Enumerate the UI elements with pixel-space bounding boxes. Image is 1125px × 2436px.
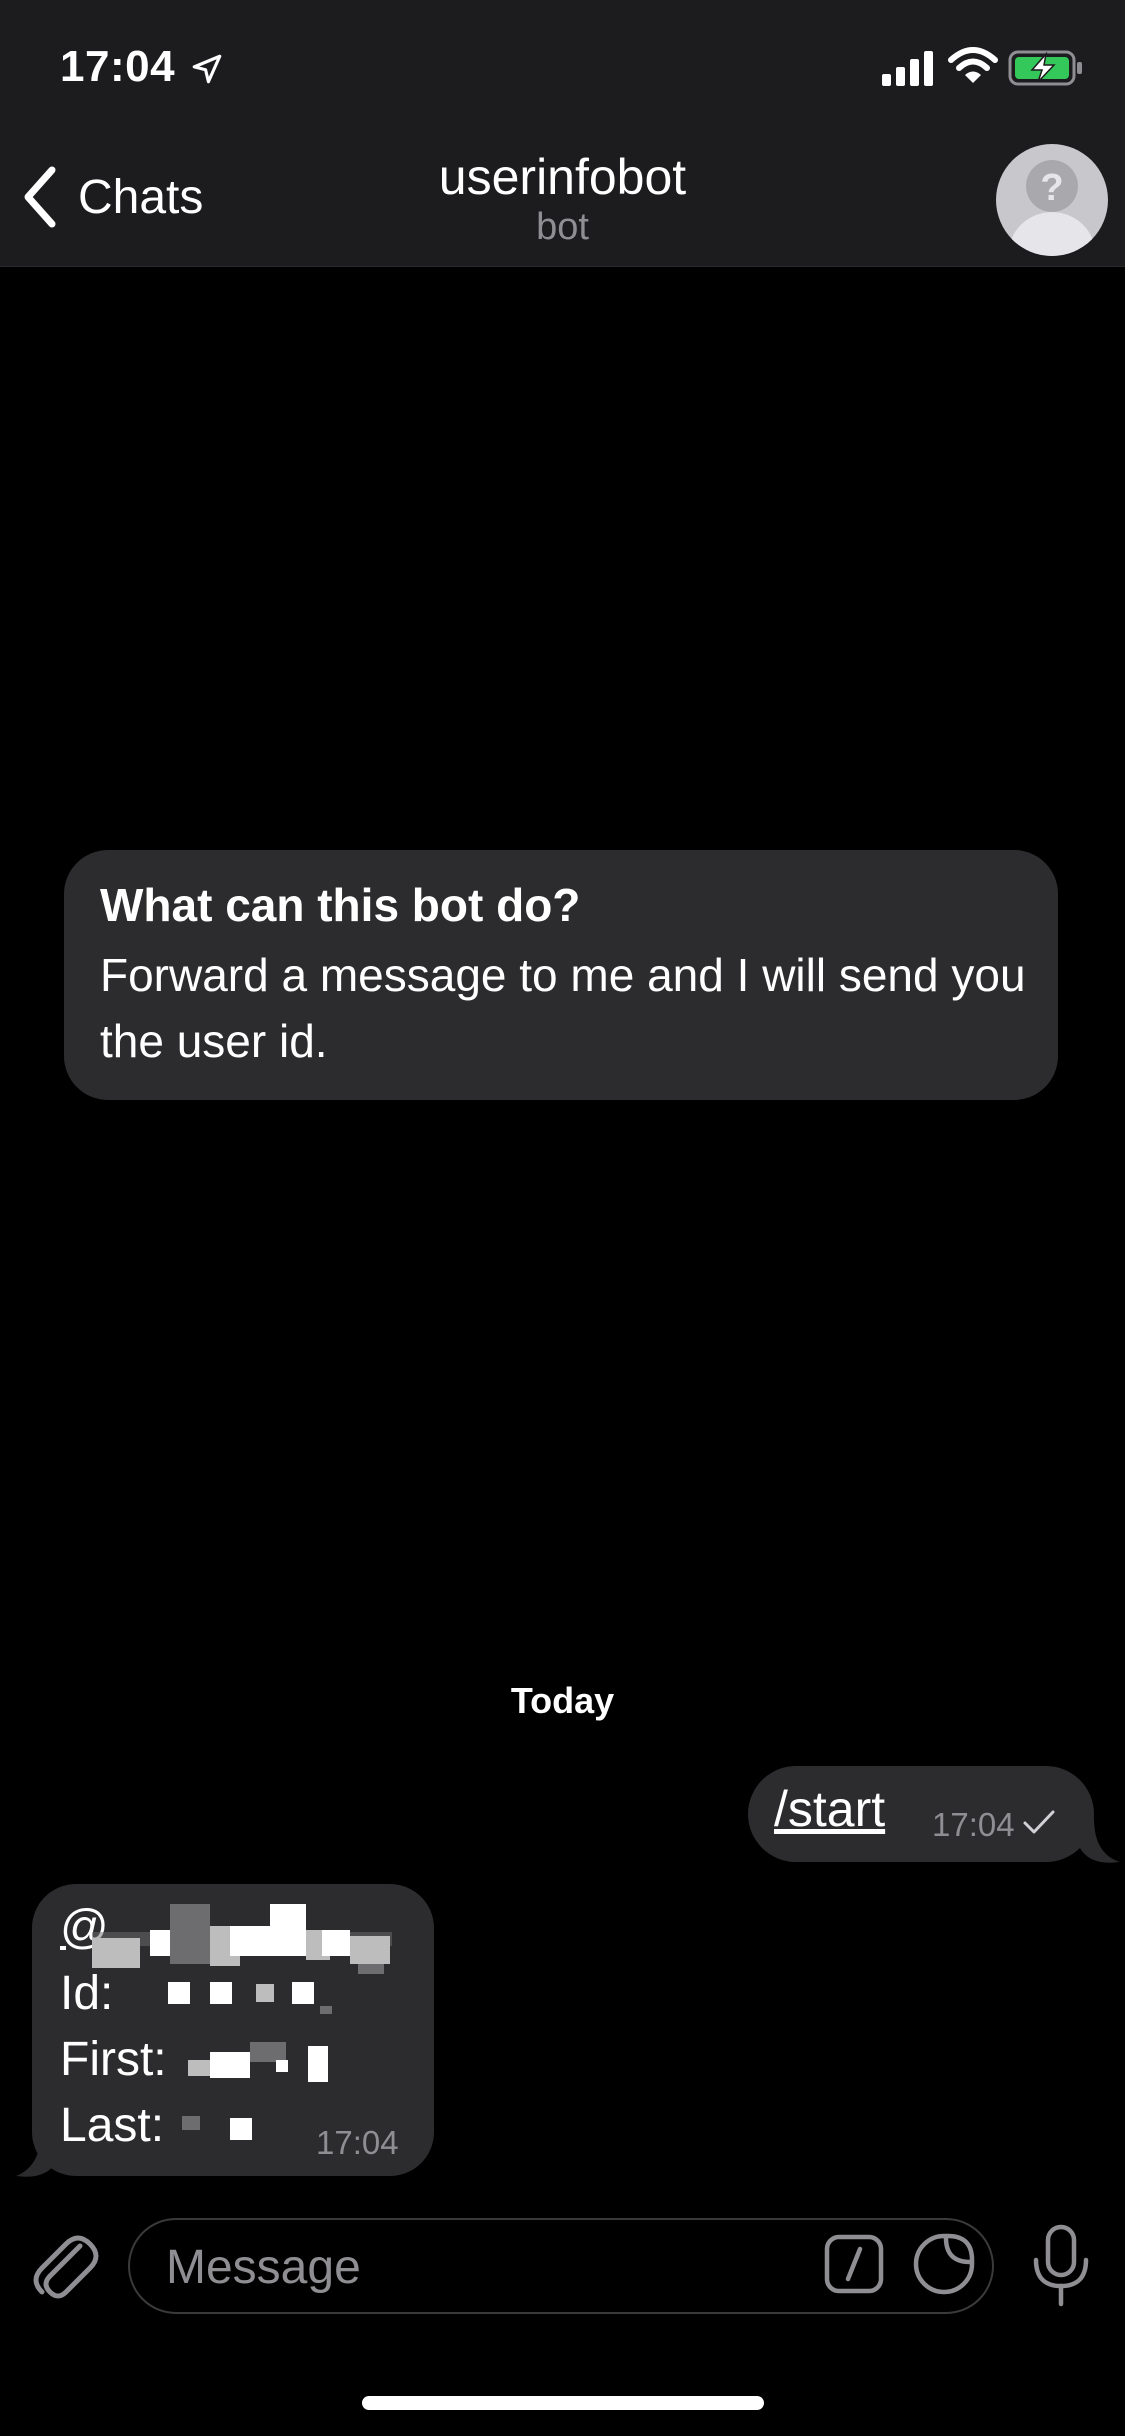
redacted-username-pixelation (92, 1904, 392, 1974)
incoming-last-label: Last: (60, 2099, 165, 2152)
date-separator: Today (510, 1680, 615, 1721)
redacted-first-name-pixelation (188, 2040, 338, 2086)
redacted-last-name-pixelation (182, 2108, 262, 2148)
chat-subtitle: bot (536, 206, 589, 248)
status-time: 17:04 (60, 42, 176, 91)
location-arrow-icon (192, 54, 222, 84)
cellular-signal-icon (882, 51, 933, 86)
wifi-icon (948, 47, 998, 83)
outgoing-message-text[interactable]: /start (774, 1780, 885, 1838)
chat-title[interactable]: userinfobot (0, 148, 1125, 206)
bot-info-title: What can this bot do? (100, 879, 581, 931)
microphone-icon[interactable] (1030, 2224, 1092, 2308)
message-placeholder[interactable]: Message (166, 2240, 361, 2295)
home-indicator[interactable] (362, 2396, 764, 2410)
outgoing-message-time: 17:04 (932, 1806, 1015, 1843)
incoming-message-time: 17:04 (316, 2124, 399, 2161)
bubble-tail (1080, 1818, 1120, 1863)
incoming-id-label: Id: (60, 1967, 114, 2020)
sticker-icon[interactable] (912, 2232, 976, 2296)
incoming-first-label: First: (60, 2033, 167, 2086)
question-mark-avatar-icon: ? (1008, 160, 1096, 256)
avatar[interactable]: ? (996, 144, 1108, 256)
battery-charging-icon (1008, 50, 1082, 86)
bubble-tail (16, 2126, 56, 2177)
bot-info-description: Forward a message to me and I will send … (100, 949, 1026, 1067)
svg-text:?: ? (1040, 167, 1063, 209)
bot-commands-icon[interactable] (824, 2234, 884, 2294)
paperclip-icon[interactable] (28, 2228, 100, 2304)
single-check-icon (1023, 1810, 1055, 1834)
redacted-id-pixelation (166, 1976, 346, 2020)
